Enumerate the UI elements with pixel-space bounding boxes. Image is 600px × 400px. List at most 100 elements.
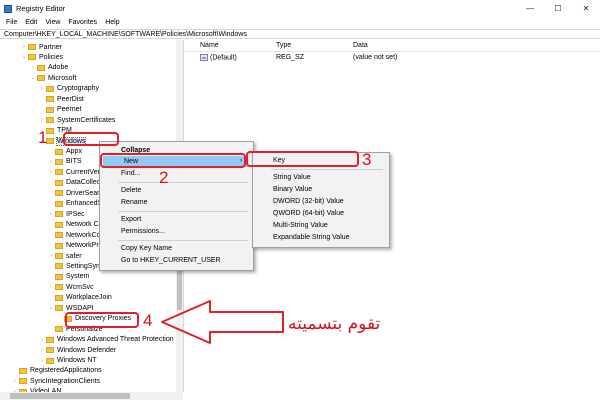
expand-chevron-icon[interactable]: › <box>38 358 46 364</box>
column-type[interactable]: Type <box>276 42 291 49</box>
menu-help[interactable]: Help <box>105 19 119 26</box>
tree-item-label: SystemCertificates <box>57 116 116 124</box>
title-bar: Registry Editor — ☐ ✕ <box>0 0 600 17</box>
tree-item[interactable]: › Windows NT <box>38 356 97 366</box>
tree-item[interactable]: WorkplaceJoin <box>47 293 112 303</box>
maximize-button[interactable]: ☐ <box>544 0 572 17</box>
tree-item-label: SyncIntegrationClients <box>30 377 101 385</box>
tree-item-label: System <box>66 273 90 281</box>
tree-item-label: PeerDist <box>57 95 84 103</box>
folder-icon <box>46 336 54 343</box>
minimize-button[interactable]: — <box>516 0 544 17</box>
expand-chevron-icon[interactable]: › <box>38 117 46 123</box>
folder-icon <box>55 200 63 207</box>
folder-icon <box>55 232 63 239</box>
folder-icon <box>46 347 54 354</box>
context-find[interactable]: Find... <box>100 168 253 179</box>
tree-item[interactable]: › SystemCertificates <box>38 115 115 125</box>
submenu-expandable-string-value[interactable]: Expandable String Value <box>253 232 389 244</box>
tree-item[interactable]: › IPSec <box>47 209 85 219</box>
folder-icon <box>55 179 63 186</box>
menu-file[interactable]: File <box>6 19 17 26</box>
tree-item[interactable]: › Adobe <box>29 63 68 73</box>
context-goto-hkcu[interactable]: Go to HKEY_CURRENT_USER <box>100 255 253 266</box>
tree-item[interactable]: › Partner <box>20 42 62 52</box>
step-number-1: 1 <box>38 128 48 147</box>
expand-chevron-icon[interactable]: › <box>47 253 55 259</box>
menu-favorites[interactable]: Favorites <box>68 19 97 26</box>
context-rename[interactable]: Rename <box>100 197 253 208</box>
folder-icon <box>55 211 63 218</box>
expand-chevron-icon[interactable]: › <box>11 378 19 384</box>
tree-item[interactable]: SettingSync <box>47 261 103 271</box>
folder-icon <box>28 54 36 61</box>
folder-icon <box>46 117 54 124</box>
string-value-icon: ab <box>200 54 208 61</box>
close-button[interactable]: ✕ <box>572 0 600 17</box>
menu-edit[interactable]: Edit <box>25 19 37 26</box>
tree-item-label: Windows Defender <box>57 346 117 354</box>
tree-item[interactable]: › SyncIntegrationClients <box>11 376 100 386</box>
context-permissions[interactable]: Permissions... <box>100 226 253 237</box>
menu-view[interactable]: View <box>45 19 60 26</box>
tree-item[interactable]: › Cryptography <box>38 84 99 94</box>
expand-chevron-icon[interactable]: › <box>29 65 37 71</box>
context-export[interactable]: Export <box>100 214 253 225</box>
expand-chevron-icon[interactable]: › <box>20 44 28 50</box>
value-row[interactable]: ab (Default) REG_SZ (value not set) <box>184 53 600 63</box>
tree-item-label: SettingSync <box>66 262 104 270</box>
tree-item[interactable]: Peernet <box>38 105 82 115</box>
tree-item[interactable]: › Windows Defender <box>38 345 116 355</box>
submenu-string-value[interactable]: String Value <box>253 172 389 184</box>
expand-chevron-icon[interactable]: › <box>38 347 46 353</box>
column-name[interactable]: Name <box>200 42 219 49</box>
tree-item[interactable]: ⌄ Policies <box>20 52 63 62</box>
tree-item-label: Appx <box>66 148 82 155</box>
submenu-multi-string-value[interactable]: Multi-String Value <box>253 220 389 232</box>
folder-icon <box>46 85 54 92</box>
tree-horizontal-scroll-thumb[interactable] <box>10 393 130 399</box>
tree-item-label: WorkplaceJoin <box>66 294 112 302</box>
tree-item[interactable]: ⌄ Microsoft <box>29 73 77 83</box>
callout-windows-key <box>63 132 119 146</box>
menu-separator <box>118 211 248 212</box>
collapse-chevron-icon[interactable]: ⌄ <box>20 54 28 60</box>
context-delete[interactable]: Delete <box>100 185 253 196</box>
folder-icon <box>37 75 45 82</box>
tree-item[interactable]: Appx <box>47 147 82 157</box>
submenu-binary-value[interactable]: Binary Value <box>253 184 389 196</box>
folder-icon <box>55 169 63 176</box>
submenu-qword-value[interactable]: QWORD (64-bit) Value <box>253 208 389 220</box>
tree-item-label: Policies <box>39 53 64 61</box>
expand-chevron-icon[interactable]: › <box>47 284 55 290</box>
column-data[interactable]: Data <box>353 42 368 49</box>
tree-horizontal-scrollbar[interactable] <box>0 392 183 400</box>
tree-item-label: Cryptography <box>57 85 100 93</box>
folder-icon <box>46 357 54 364</box>
folder-icon <box>55 263 63 270</box>
tree-item[interactable]: PeerDist <box>38 94 84 104</box>
tree-item[interactable]: › WcmSvc <box>47 282 94 292</box>
tree-item[interactable]: › Windows Advanced Threat Protection <box>38 335 173 345</box>
tree-item-label: WcmSvc <box>66 283 94 291</box>
value-name-cell: ab (Default) <box>200 54 237 61</box>
address-bar[interactable]: Computer\HKEY_LOCAL_MACHINE\SOFTWARE\Pol… <box>0 29 600 39</box>
expand-chevron-icon[interactable]: › <box>47 169 55 175</box>
context-copy-key-name[interactable]: Copy Key Name <box>100 243 253 254</box>
expand-chevron-icon[interactable]: › <box>38 337 46 343</box>
tree-item[interactable]: › BITS <box>47 157 81 167</box>
tree-item[interactable]: System <box>47 272 89 282</box>
expand-chevron-icon[interactable]: › <box>47 159 55 165</box>
folder-icon <box>55 305 63 312</box>
folder-icon <box>37 64 45 71</box>
folder-icon <box>28 44 36 50</box>
tree-item[interactable]: RegisteredApplications <box>11 366 102 376</box>
submenu-dword-value[interactable]: DWORD (32-bit) Value <box>253 196 389 208</box>
expand-chevron-icon[interactable]: › <box>38 86 46 92</box>
value-type: REG_SZ <box>276 54 305 61</box>
step-number-3: 3 <box>362 150 372 169</box>
collapse-chevron-icon[interactable]: ⌄ <box>29 75 37 81</box>
collapse-chevron-icon[interactable]: ⌄ <box>47 305 55 311</box>
expand-chevron-icon[interactable]: › <box>47 211 55 217</box>
tree-item[interactable]: › safer <box>47 251 81 261</box>
